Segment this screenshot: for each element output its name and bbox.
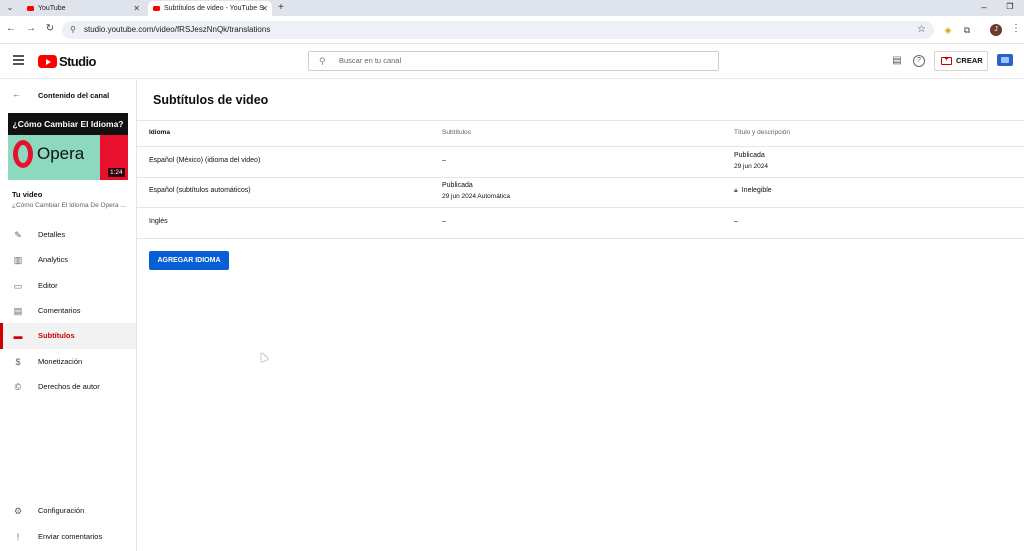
table-divider [137, 120, 1024, 121]
sidebar-item-detalles[interactable]: ✎ Detalles [0, 222, 136, 248]
opera-logo-icon [13, 140, 33, 168]
browser-tab-youtube[interactable]: YouTube ✕ [22, 1, 144, 16]
sidebar-item-label: Enviar comentarios [38, 532, 103, 541]
add-language-button[interactable]: AGREGAR IDIOMA [149, 251, 229, 270]
comment-icon: ▤ [13, 306, 23, 316]
row-language: Español (subtítulos automáticos) [149, 187, 251, 194]
table-divider [137, 177, 1024, 178]
menu-icon[interactable] [13, 55, 24, 65]
sidebar-item-analytics[interactable]: ▥ Analytics [0, 247, 136, 273]
gear-icon: ⚙ [13, 506, 23, 516]
extension-icon[interactable]: ◈ [942, 24, 954, 36]
profile-avatar[interactable]: J [990, 24, 1002, 36]
browser-tab-studio[interactable]: Subtítulos de video - YouTube S ✕ [148, 1, 272, 16]
bookmark-star-icon[interactable]: ☆ [917, 21, 926, 39]
sidebar-item-editor[interactable]: ▭ Editor [0, 273, 136, 299]
address-bar[interactable]: ⚲ studio.youtube.com/video/fRSJeszNnQk/t… [62, 21, 934, 39]
sidebar-item-enviar-comentarios[interactable]: ! Enviar comentarios [0, 524, 136, 550]
sidebar-item-comentarios[interactable]: ▤ Comentarios [0, 298, 136, 324]
sidebar-item-derechos-de-autor[interactable]: © Derechos de autor [0, 374, 136, 400]
page-title: Subtítulos de video [153, 93, 269, 107]
row-title-status[interactable]: Publicada [734, 152, 765, 159]
subtitles-icon: ▬ [13, 331, 23, 341]
back-arrow-icon[interactable]: ← [5, 23, 17, 34]
row-language: Español (México) (idioma del video) [149, 157, 261, 164]
lock-icon: 🔒︎ [734, 187, 738, 194]
sidebar-item-label: Editor [38, 281, 58, 290]
column-header-title-description: Título y descripción [734, 129, 790, 136]
sidebar-item-label: Comentarios [38, 306, 81, 315]
sidebar-item-label: Monetización [38, 357, 83, 366]
row-title-status[interactable]: – [734, 218, 738, 225]
row-subtitles-status[interactable]: Publicada [442, 182, 473, 189]
url-text: studio.youtube.com/video/fRSJeszNnQk/tra… [84, 25, 271, 34]
column-header-subtitles: Subtítulos [442, 129, 471, 136]
notes-icon[interactable]: ▤ [891, 55, 903, 67]
tab-title: YouTube [38, 5, 66, 12]
channel-avatar[interactable] [997, 53, 1014, 67]
feedback-icon: ! [16, 532, 20, 542]
browser-toolbar: ← → ↻ ⚲ studio.youtube.com/video/fRSJesz… [0, 16, 1024, 44]
back-arrow-icon[interactable]: ← [12, 89, 21, 99]
new-tab-icon[interactable]: + [278, 1, 284, 15]
sidebar-item-subtitulos[interactable]: ▬ Subtítulos [0, 323, 136, 349]
row-subtitles-status[interactable]: – [442, 218, 446, 225]
youtube-favicon-icon [153, 6, 160, 11]
film-icon: ▭ [13, 281, 23, 291]
sidebar-item-label: Subtítulos [38, 331, 75, 340]
sidebar-item-monetizacion[interactable]: $ Monetización [0, 349, 136, 375]
table-divider [137, 238, 1024, 239]
row-title-status: 🔒︎ Inelegible [734, 187, 772, 195]
close-tab-icon[interactable]: ✕ [261, 1, 268, 16]
pencil-icon: ✎ [14, 230, 22, 240]
table-divider [137, 207, 1024, 208]
section-label: Tu video [12, 190, 43, 199]
sidebar-item-label: Detalles [38, 230, 66, 239]
restore-icon[interactable]: ❐ [996, 0, 1024, 16]
table-divider [137, 146, 1024, 147]
row-title-date: 29 jun 2024 [734, 163, 768, 170]
thumbnail-title: ¿Cómo Cambiar El Idioma? [8, 113, 128, 135]
sidebar-item-label: Derechos de autor [38, 382, 100, 391]
video-title: ¿Cómo Cambiar El Idioma De Opera ... [12, 202, 126, 209]
video-duration: 1:24 [108, 168, 125, 177]
sidebar: ← Contenido del canal ¿Cómo Cambiar El I… [0, 80, 137, 551]
create-label: CREAR [956, 56, 983, 65]
chart-icon: ▥ [13, 255, 23, 265]
video-thumbnail[interactable]: ¿Cómo Cambiar El Idioma? Opera 1:24 [8, 113, 128, 180]
extensions-puzzle-icon[interactable]: ⧉ [961, 24, 973, 36]
studio-header: Studio ⚲ Buscar en tu canal ▤ ? + CREAR [0, 44, 1024, 79]
create-button[interactable]: + CREAR [934, 51, 988, 71]
studio-brand: Studio [59, 54, 96, 69]
reload-icon[interactable]: ↻ [44, 23, 56, 34]
help-icon[interactable]: ? [913, 55, 925, 67]
thumbnail-logo-text: Opera [37, 144, 85, 163]
site-info-icon[interactable]: ⚲ [70, 21, 76, 39]
youtube-logo-icon [38, 55, 57, 68]
row-subtitles-status[interactable]: – [442, 157, 446, 164]
mouse-cursor-icon [257, 350, 269, 363]
create-video-icon: + [941, 56, 952, 65]
search-icon: ⚲ [319, 56, 326, 66]
browser-tab-strip: ⌄ YouTube ✕ Subtítulos de video - YouTub… [0, 0, 1024, 16]
dollar-icon: $ [15, 357, 21, 367]
close-tab-icon[interactable]: ✕ [133, 1, 140, 16]
sidebar-item-label: Analytics [38, 255, 69, 264]
sidebar-item-configuracion[interactable]: ⚙ Configuración [0, 498, 136, 524]
search-placeholder: Buscar en tu canal [339, 56, 402, 65]
search-input[interactable]: ⚲ Buscar en tu canal [308, 51, 719, 71]
copyright-icon: © [14, 382, 22, 392]
back-to-content-link[interactable]: Contenido del canal [38, 91, 109, 100]
browser-menu-icon[interactable]: ⋮ [1011, 23, 1021, 34]
column-header-language: Idioma [149, 129, 170, 136]
row-language: Inglés [149, 218, 168, 225]
tab-title: Subtítulos de video - YouTube S [164, 5, 264, 12]
sidebar-item-label: Configuración [38, 506, 85, 515]
row-subtitles-date: 29 jun 2024 Automática [442, 193, 510, 200]
tab-search-icon[interactable]: ⌄ [4, 2, 16, 14]
minimize-icon[interactable]: – [970, 0, 998, 16]
forward-arrow-icon[interactable]: → [25, 23, 37, 34]
youtube-favicon-icon [27, 6, 34, 11]
ineligible-label: Inelegible [741, 187, 772, 194]
